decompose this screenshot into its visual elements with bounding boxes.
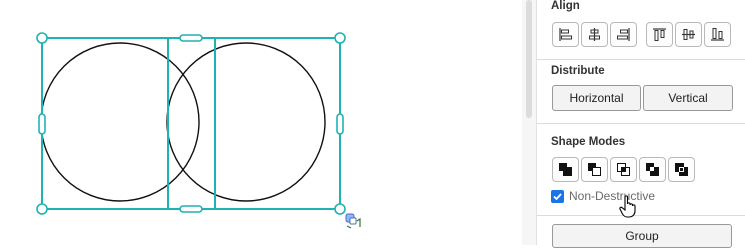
handle-top-left: [36, 32, 48, 44]
rotate-handle-icon[interactable]: [345, 213, 361, 229]
canvas-svg: [36, 32, 361, 229]
canvas-scrollbar[interactable]: [522, 0, 536, 245]
intersect-icon: [617, 163, 630, 176]
align-top-icon: [653, 28, 666, 41]
align-right-icon: [617, 28, 630, 41]
align-bottom-icon: [711, 28, 724, 41]
exclude-button[interactable]: [639, 157, 666, 182]
exclude-icon: [646, 163, 659, 176]
intersect-button[interactable]: [610, 157, 637, 182]
minus-front-icon: [588, 163, 601, 176]
handle-bottom-left: [36, 203, 48, 215]
align-section: Align: [537, 0, 745, 60]
handle-top-right: [334, 32, 346, 44]
distribute-vertical-button[interactable]: Vertical: [643, 85, 733, 111]
left-circle[interactable]: [40, 42, 200, 202]
align-top-button[interactable]: [646, 22, 673, 47]
scrollbar-thumb[interactable]: [526, 0, 532, 118]
handle-bottom-right: [334, 203, 346, 215]
distribute-section: Distribute Horizontal Vertical: [537, 60, 745, 124]
align-title: Align: [551, 0, 580, 12]
divide-button[interactable]: [668, 157, 695, 182]
unite-button[interactable]: [552, 157, 579, 182]
resize-handles[interactable]: [36, 32, 346, 215]
non-destructive-checkbox[interactable]: [551, 189, 564, 203]
group-button[interactable]: Group: [552, 224, 732, 248]
align-horizontal-center-button[interactable]: [581, 22, 608, 47]
handle-bottom-middle: [179, 205, 203, 213]
minus-front-button[interactable]: [581, 157, 608, 182]
distribute-horizontal-button[interactable]: Horizontal: [552, 85, 641, 111]
handle-right-middle: [336, 113, 344, 135]
divide-icon: [675, 163, 688, 176]
hand-cursor-icon: [619, 195, 636, 218]
align-left-icon: [559, 28, 572, 41]
distribute-title: Distribute: [551, 65, 605, 77]
align-bottom-button[interactable]: [704, 22, 731, 47]
align-vertical-center-button[interactable]: [675, 22, 702, 47]
align-horizontal-center-icon: [589, 28, 600, 41]
align-left-button[interactable]: [552, 22, 579, 47]
unite-icon: [559, 163, 572, 176]
handle-top-middle: [179, 34, 203, 42]
non-destructive-label: Non-Destructive: [569, 189, 656, 203]
align-right-button[interactable]: [610, 22, 637, 47]
right-circle[interactable]: [166, 42, 326, 202]
handle-left-middle: [38, 113, 46, 135]
checkmark-icon: [553, 192, 562, 200]
align-vertical-center-icon: [682, 29, 695, 40]
drawing-canvas[interactable]: [0, 0, 522, 245]
shape-modes-title: Shape Modes: [551, 136, 626, 148]
